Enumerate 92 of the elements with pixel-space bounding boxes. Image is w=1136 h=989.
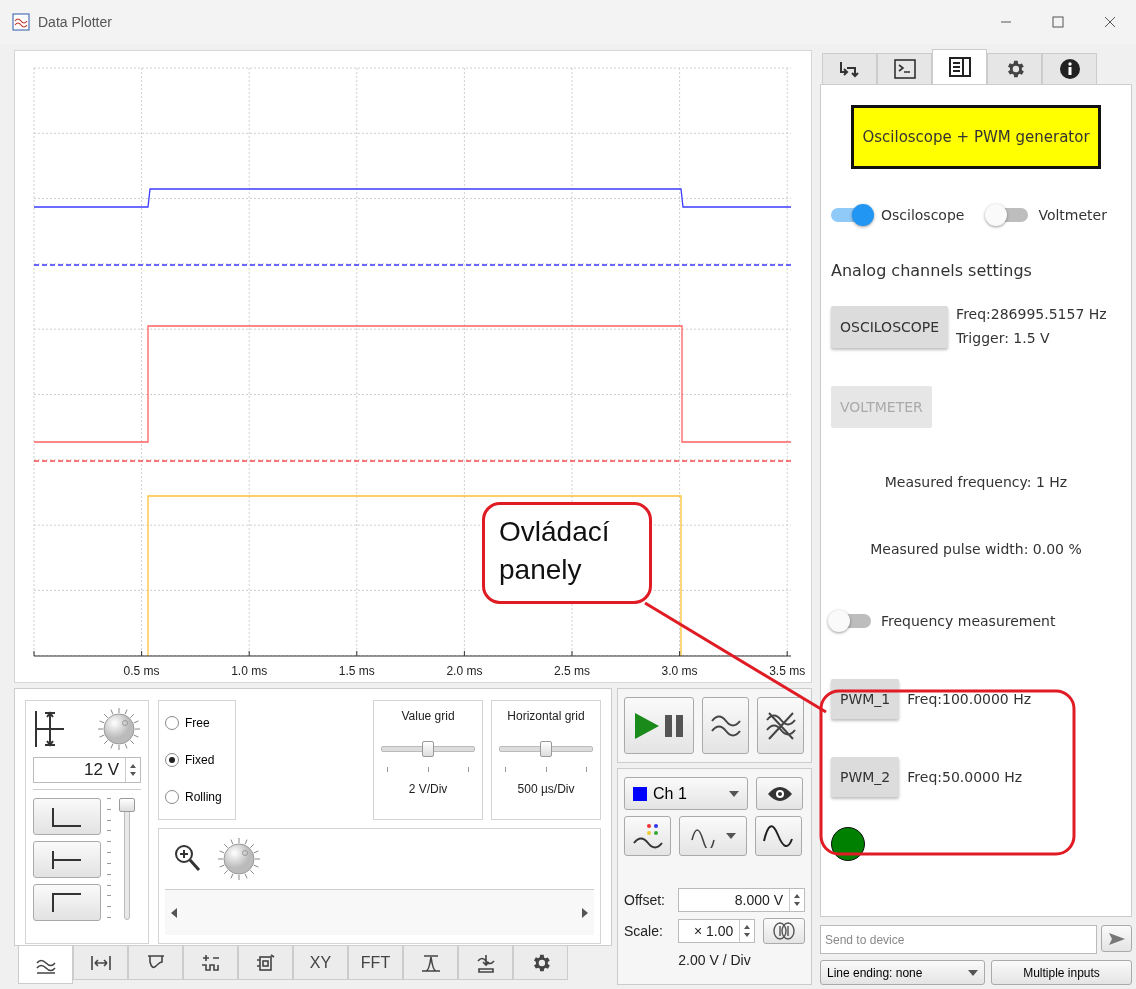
panel-icon (948, 57, 971, 77)
radio-button[interactable] (165, 789, 179, 804)
voltage-spinbox[interactable]: 12 V (33, 757, 141, 783)
tab[interactable] (932, 49, 987, 84)
tab[interactable] (513, 946, 568, 980)
multiple-inputs-button[interactable]: Multiple inputs (991, 960, 1132, 985)
group-title: Horizontal grid (507, 709, 585, 723)
app-icon (12, 13, 30, 31)
radio-option[interactable]: Fixed (165, 753, 229, 767)
section-title: Analog channels settings (831, 261, 1033, 280)
auto-scale-button[interactable] (763, 918, 805, 944)
radio-option[interactable]: Free (165, 716, 229, 731)
scroll-left-icon[interactable] (171, 907, 177, 918)
spin-arrows-icon[interactable] (129, 762, 137, 778)
scale-label: Scale: (624, 923, 664, 939)
interpolation-button[interactable] (755, 816, 802, 856)
pwm-button[interactable]: PWM_2 (831, 757, 900, 797)
level-button[interactable] (33, 841, 101, 878)
line-ending-dropdown[interactable]: Line ending: none (820, 960, 985, 985)
radio-button[interactable] (165, 716, 179, 731)
measured-pulse-width: Measured pulse width: 0.00 % (870, 541, 1082, 557)
zoom-knob[interactable] (217, 837, 261, 881)
waveform-button[interactable] (702, 697, 749, 754)
axis-tick-label: 1.0 ms (231, 664, 268, 678)
tab[interactable] (987, 53, 1042, 84)
caret-icon (726, 833, 736, 839)
horizontal-scrollbar[interactable] (165, 889, 594, 935)
tab[interactable] (1042, 53, 1097, 84)
radio-button[interactable] (165, 753, 179, 767)
scale-knob[interactable] (97, 707, 141, 751)
grid-slider[interactable] (381, 741, 475, 757)
axis-tick-label: 0.5 ms (123, 664, 160, 678)
wave-style-dropdown[interactable] (679, 816, 747, 856)
info-text: Trigger: 1.5 V (956, 330, 1051, 346)
measured-frequency: Measured frequency: 1 Hz (884, 474, 1068, 490)
auto-scale-icon (772, 922, 797, 940)
axis-tick-label: 3.5 ms (769, 664, 806, 678)
axis-tick-label: 3.0 ms (661, 664, 698, 678)
axis-tick-label: 1.5 ms (338, 664, 375, 678)
return-arrow-icon (837, 59, 862, 79)
pwm-frequency: Freq:50.0000 Hz (907, 769, 1023, 785)
send-field[interactable]: Send to device (820, 925, 1097, 954)
channel-color-button[interactable] (624, 816, 671, 856)
spin-arrows-icon[interactable] (793, 892, 801, 908)
peak-icon (419, 952, 442, 973)
mode-switch[interactable]: Osciloscope (831, 207, 965, 223)
eye-icon (766, 785, 793, 802)
send-icon (1107, 931, 1126, 946)
grid-reading: 500 µs/Div (517, 782, 575, 796)
math-icon (474, 952, 497, 973)
caret-icon (729, 790, 739, 797)
scale-spinbox[interactable]: × 1.00 (677, 919, 756, 943)
cursors-icon (199, 952, 222, 973)
frequency-switch[interactable]: Frequency measurement (831, 613, 1056, 629)
scroll-right-icon[interactable] (582, 907, 588, 918)
window-title: Data Plotter (38, 14, 112, 30)
falling-edge-button[interactable] (33, 798, 101, 835)
group-title: Value grid (401, 709, 455, 723)
vertical-scale-icon (33, 709, 67, 749)
grid-reading: 2 V/Div (408, 782, 448, 796)
close-icon (1104, 16, 1116, 28)
axis-tick-label: 2.5 ms (554, 664, 590, 678)
visibility-button[interactable] (756, 777, 803, 810)
device-icon (254, 952, 277, 973)
info-text: Freq:286995.5157 Hz (956, 306, 1107, 322)
scale-reading: 2.00 V / Div (677, 952, 752, 968)
channel-dropdown[interactable]: Ch 1 (624, 777, 748, 810)
mode-switch[interactable]: Voltmeter (988, 207, 1107, 223)
axis-tick-label: 2.0 ms (446, 664, 483, 678)
trigger-slider[interactable] (119, 798, 135, 922)
send-button[interactable] (1101, 925, 1132, 952)
tab[interactable]: FFT (348, 946, 403, 980)
pwm-button[interactable]: PWM_1 (831, 679, 900, 719)
colored-wave-icon (631, 821, 664, 851)
callout-label: Ovládací panely (482, 502, 652, 604)
offset-label: Offset: (624, 892, 666, 908)
pwm-frequency: Freq:100.0000 Hz (907, 691, 1032, 707)
tab[interactable] (822, 53, 877, 84)
caret-icon (968, 969, 978, 976)
oscilloscope-button[interactable]: OSCILOSCOPE (831, 306, 949, 348)
offset-spinbox[interactable]: 8.000 V (677, 888, 805, 912)
info-icon (1058, 58, 1081, 80)
tab[interactable]: XY (293, 946, 348, 980)
run-pause-button[interactable] (624, 697, 694, 754)
spin-arrows-icon[interactable] (743, 923, 752, 939)
maximize-icon (1052, 16, 1064, 28)
rising-edge-button[interactable] (33, 884, 101, 921)
crossed-waves-button[interactable] (757, 697, 804, 754)
panel-title: Osciloscope + PWM generator (851, 105, 1101, 169)
radio-option[interactable]: Rolling (165, 789, 229, 804)
terminal-icon (893, 59, 916, 79)
grid-slider[interactable] (499, 741, 593, 757)
